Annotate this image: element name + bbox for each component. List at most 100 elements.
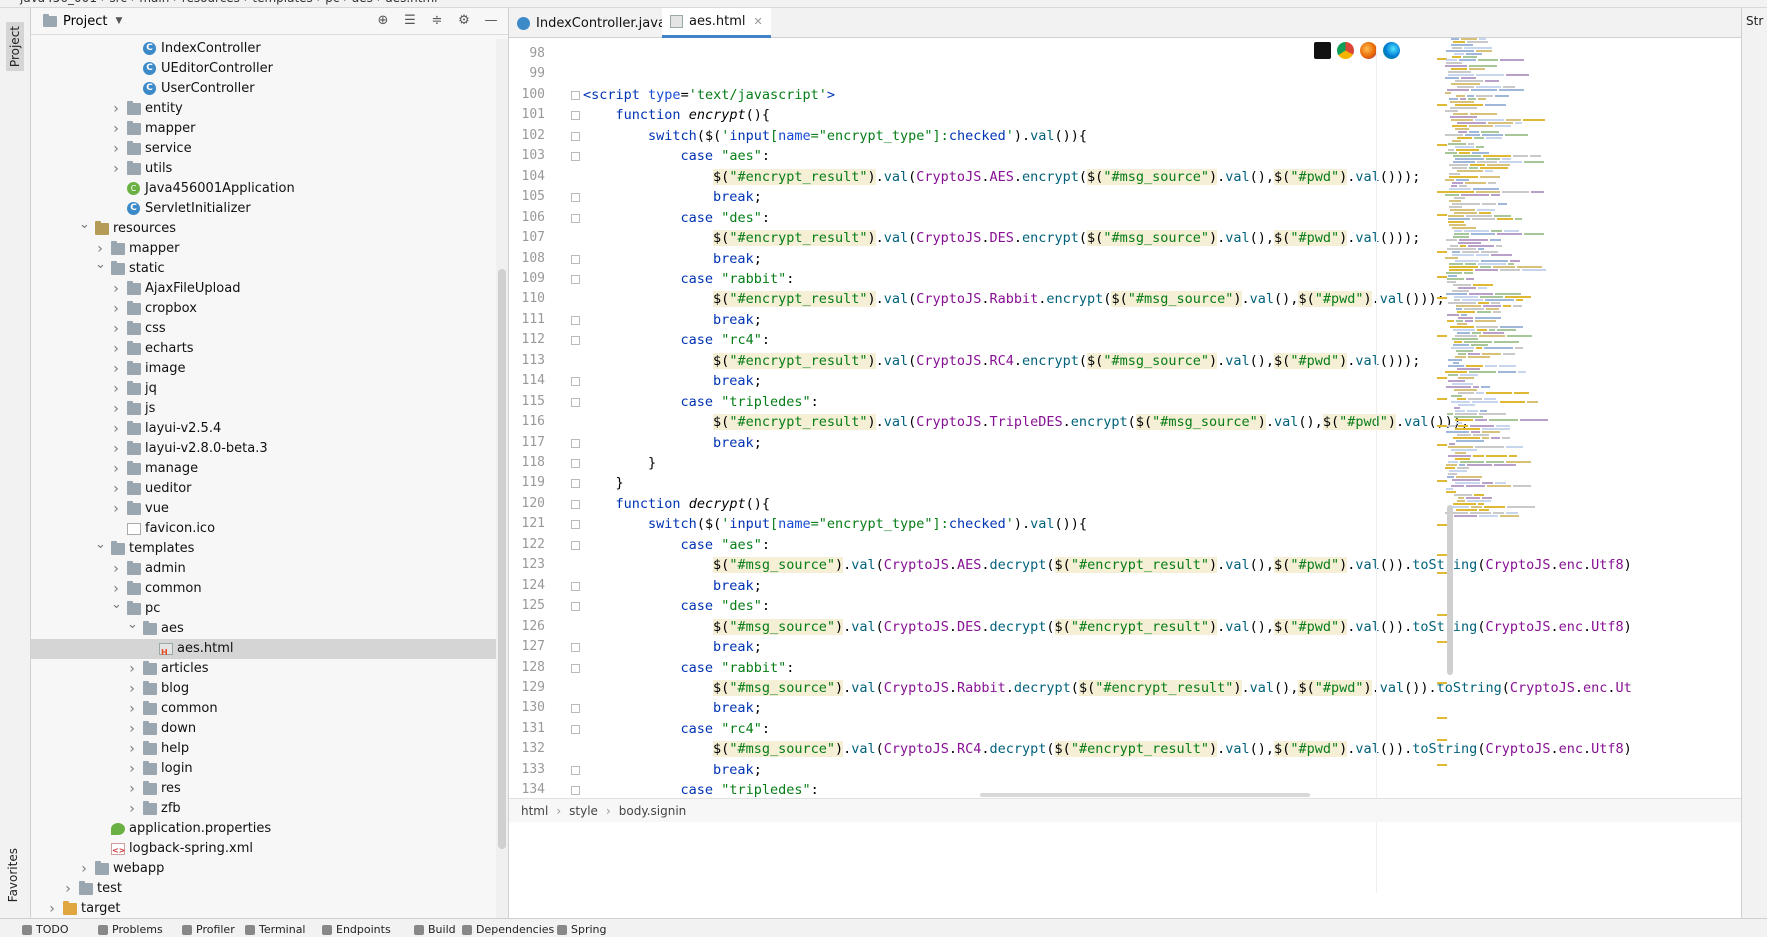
tree-item[interactable]: › layui-v2.8.0-beta.3 bbox=[31, 439, 508, 459]
code-line[interactable]: case "rc4": bbox=[583, 719, 770, 739]
tree-item[interactable]: › utils bbox=[31, 159, 508, 179]
locate-file-icon[interactable]: ⊕ bbox=[376, 14, 390, 28]
tree-item[interactable]: › image bbox=[31, 359, 508, 379]
fold-marker-icon[interactable] bbox=[571, 724, 580, 734]
code-line[interactable]: function decrypt(){ bbox=[583, 494, 770, 514]
tree-item[interactable]: › jq bbox=[31, 379, 508, 399]
nav-crumb[interactable]: main bbox=[139, 0, 169, 5]
code-line[interactable]: } bbox=[583, 453, 656, 473]
code-line[interactable]: break; bbox=[583, 249, 762, 269]
chevron-right-icon[interactable]: › bbox=[111, 139, 121, 159]
tree-item[interactable]: ⌄ static bbox=[31, 257, 508, 279]
tree-item[interactable]: C Java456001Application bbox=[31, 179, 508, 199]
bottom-tool-profiler[interactable]: Profiler bbox=[182, 923, 235, 936]
chevron-right-icon[interactable]: › bbox=[127, 799, 137, 819]
code-line[interactable]: switch($('input[name="encrypt_type"]:che… bbox=[583, 514, 1087, 534]
html-breadcrumb-item[interactable]: style bbox=[569, 804, 598, 818]
editor-scrollbar-thumb[interactable] bbox=[1447, 505, 1453, 675]
bottom-tool-build[interactable]: Build bbox=[414, 923, 456, 936]
code-line[interactable]: case "des": bbox=[583, 596, 770, 616]
chevron-right-icon[interactable]: › bbox=[63, 879, 73, 899]
code-line[interactable]: break; bbox=[583, 637, 762, 657]
gear-icon[interactable]: ⚙ bbox=[457, 14, 471, 28]
fold-marker-icon[interactable] bbox=[571, 438, 580, 448]
bottom-tool-terminal[interactable]: Terminal bbox=[245, 923, 306, 936]
fold-marker-icon[interactable] bbox=[571, 397, 580, 407]
code-line[interactable]: case "aes": bbox=[583, 535, 770, 555]
tree-item[interactable]: logback-spring.xml bbox=[31, 839, 508, 861]
chevron-right-icon[interactable]: › bbox=[111, 439, 121, 459]
fold-marker-icon[interactable] bbox=[571, 520, 580, 530]
bottom-tool-endpoints[interactable]: Endpoints bbox=[322, 923, 391, 936]
code-line[interactable]: break; bbox=[583, 576, 762, 596]
chevron-right-icon[interactable]: › bbox=[127, 659, 137, 679]
tree-item[interactable]: › service bbox=[31, 139, 508, 159]
code-line[interactable]: case "tripledes": bbox=[583, 392, 819, 412]
code-line[interactable]: break; bbox=[583, 698, 762, 718]
tree-item[interactable]: › echarts bbox=[31, 339, 508, 359]
chevron-right-icon[interactable]: › bbox=[127, 779, 137, 799]
chevron-right-icon[interactable]: › bbox=[79, 859, 89, 879]
tree-item[interactable]: › help bbox=[31, 739, 508, 759]
tree-item[interactable]: aes.html bbox=[31, 639, 508, 663]
nav-crumb[interactable]: src bbox=[109, 0, 127, 5]
tree-item[interactable]: › css bbox=[31, 319, 508, 339]
error-stripe[interactable] bbox=[1437, 38, 1447, 800]
chevron-right-icon[interactable]: › bbox=[111, 479, 121, 499]
tree-item[interactable]: › blog bbox=[31, 679, 508, 699]
chevron-right-icon[interactable]: › bbox=[111, 359, 121, 379]
fold-marker-icon[interactable] bbox=[571, 254, 580, 264]
html-breadcrumb-item[interactable]: html bbox=[521, 804, 548, 818]
fold-marker-icon[interactable] bbox=[571, 704, 580, 714]
tree-item[interactable]: ⌄ pc bbox=[31, 597, 508, 619]
chevron-right-icon[interactable]: › bbox=[111, 119, 121, 139]
fold-marker-icon[interactable] bbox=[571, 193, 580, 203]
tree-item[interactable]: › manage bbox=[31, 459, 508, 479]
tree-item[interactable]: ⌄ templates bbox=[31, 537, 508, 559]
tree-item[interactable]: application.properties bbox=[31, 819, 508, 839]
code-line[interactable]: <script type='text/javascript'> bbox=[583, 85, 835, 105]
tree-item[interactable]: › test bbox=[31, 879, 508, 899]
bottom-tool-todo[interactable]: TODO bbox=[22, 923, 69, 936]
editor-tab[interactable]: aes.html ✕ bbox=[662, 8, 771, 38]
code-line[interactable]: break; bbox=[583, 371, 762, 391]
tree-item[interactable]: › entity bbox=[31, 99, 508, 119]
tree-item[interactable]: › articles bbox=[31, 659, 508, 679]
edge-icon[interactable] bbox=[1383, 42, 1400, 59]
fold-marker-icon[interactable] bbox=[571, 643, 580, 653]
chevron-right-icon[interactable]: › bbox=[111, 299, 121, 319]
code-line[interactable]: $("#encrypt_result").val(CryptoJS.DES.en… bbox=[583, 228, 1420, 248]
chevron-right-icon[interactable]: › bbox=[111, 499, 121, 519]
fold-marker-icon[interactable] bbox=[571, 152, 580, 162]
tree-scrollbar[interactable] bbox=[496, 39, 508, 918]
chevron-down-icon[interactable]: ⌄ bbox=[95, 535, 106, 555]
chevron-right-icon[interactable]: › bbox=[111, 159, 121, 179]
tree-item[interactable]: › cropbox bbox=[31, 299, 508, 319]
tree-item[interactable]: › vue bbox=[31, 499, 508, 519]
code-line[interactable]: case "aes": bbox=[583, 146, 770, 166]
firefox-icon[interactable] bbox=[1360, 42, 1377, 59]
tree-item[interactable]: ⌄ aes bbox=[31, 617, 508, 639]
chevron-right-icon[interactable]: › bbox=[127, 739, 137, 759]
chevron-right-icon[interactable]: › bbox=[127, 719, 137, 739]
fold-marker-icon[interactable] bbox=[571, 213, 580, 223]
chevron-right-icon[interactable]: › bbox=[127, 679, 137, 699]
fold-marker-icon[interactable] bbox=[571, 479, 580, 489]
tree-scrollbar-thumb[interactable] bbox=[498, 269, 506, 849]
nav-crumb[interactable]: java456_001 bbox=[20, 0, 97, 5]
favorites-tool-tab[interactable]: Favorites bbox=[6, 848, 20, 902]
fold-marker-icon[interactable] bbox=[571, 765, 580, 775]
chevron-right-icon[interactable]: › bbox=[127, 759, 137, 779]
bottom-tool-problems[interactable]: Problems bbox=[98, 923, 163, 936]
structure-tool-tab[interactable]: Str bbox=[1746, 14, 1763, 28]
code-line[interactable]: break; bbox=[583, 310, 762, 330]
hide-panel-icon[interactable]: — bbox=[484, 14, 498, 28]
tree-item[interactable]: C IndexController bbox=[31, 39, 508, 59]
chevron-right-icon[interactable]: › bbox=[111, 419, 121, 439]
fold-marker-icon[interactable] bbox=[571, 336, 580, 346]
fold-marker-icon[interactable] bbox=[571, 315, 580, 325]
tree-item[interactable]: C UEditorController bbox=[31, 59, 508, 79]
horizontal-scrollbar-thumb[interactable] bbox=[980, 793, 1310, 797]
code-line[interactable]: $("#encrypt_result").val(CryptoJS.RC4.en… bbox=[583, 351, 1420, 371]
bottom-tool-spring[interactable]: Spring bbox=[557, 923, 607, 936]
